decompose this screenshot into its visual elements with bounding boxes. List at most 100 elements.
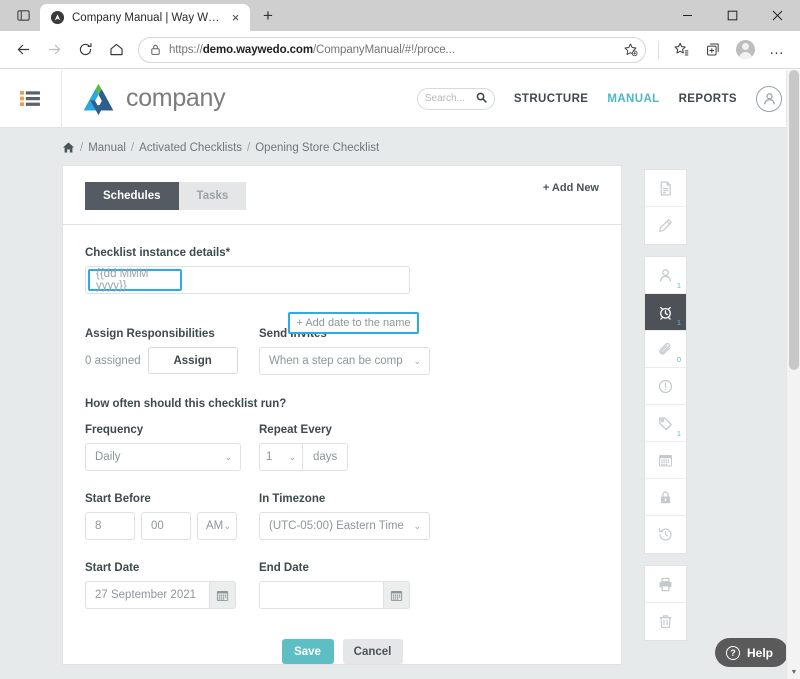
frequency-column: Frequency Daily ⌄ xyxy=(85,424,259,471)
new-tab-button[interactable]: + xyxy=(255,3,281,29)
page-scrollbar[interactable]: ▲ ▼ xyxy=(786,70,800,679)
breadcrumb-item-manual[interactable]: Manual xyxy=(88,142,126,154)
browser-toolbar: https://demo.waywedo.com/CompanyManual/#… xyxy=(0,31,800,69)
pencil-icon[interactable] xyxy=(645,207,686,244)
assign-column: Assign Responsibilities 0 assigned Assig… xyxy=(85,328,259,375)
timezone-select[interactable]: (UTC-05:00) Eastern Time ⌄ xyxy=(259,512,430,540)
breadcrumb-separator: / xyxy=(80,141,84,154)
reload-icon[interactable] xyxy=(70,35,100,65)
start-before-meridiem-select[interactable]: AM ⌄ xyxy=(197,512,237,540)
user-avatar[interactable] xyxy=(756,85,782,112)
start-before-label: Start Before xyxy=(85,493,151,505)
minimize-icon[interactable] xyxy=(665,0,710,31)
forward-icon[interactable] xyxy=(39,35,69,65)
search-input[interactable] xyxy=(424,93,471,104)
add-date-to-name-button[interactable]: + Add date to the name xyxy=(288,312,419,334)
add-new-button[interactable]: + Add New xyxy=(543,182,621,194)
breadcrumb-item-activated-checklists[interactable]: Activated Checklists xyxy=(139,142,242,154)
start-before-hour-input[interactable]: 8 xyxy=(85,512,135,540)
breadcrumb: / Manual / Activated Checklists / Openin… xyxy=(0,128,800,165)
home-icon[interactable] xyxy=(101,35,131,65)
chevron-down-icon: ⌄ xyxy=(413,355,421,366)
menu-icon[interactable] xyxy=(0,70,62,128)
nav-link-manual[interactable]: MANUAL xyxy=(607,93,659,105)
paperclip-icon[interactable]: 0 xyxy=(645,331,686,368)
assign-label: Assign Responsibilities xyxy=(85,328,215,340)
frequency-select[interactable]: Daily ⌄ xyxy=(85,443,241,471)
tab-actions-icon[interactable] xyxy=(6,1,40,30)
avatar xyxy=(735,40,755,59)
scroll-down-icon[interactable]: ▼ xyxy=(787,665,800,679)
chevron-down-icon: ⌄ xyxy=(413,520,421,531)
repeat-every-column: Repeat Every 1 ⌄ days xyxy=(259,424,469,471)
form-actions: Save Cancel xyxy=(85,639,599,664)
content-row: Schedules Tasks + Add New Checklist inst… xyxy=(0,165,800,665)
tab-schedules[interactable]: Schedules xyxy=(85,182,179,210)
search-box[interactable] xyxy=(416,87,495,110)
cancel-button[interactable]: Cancel xyxy=(342,639,403,664)
tab-title: Company Manual | Way We Do xyxy=(72,11,220,24)
save-button[interactable]: Save xyxy=(281,639,334,664)
schedule-card: Schedules Tasks + Add New Checklist inst… xyxy=(62,165,622,665)
end-date-input[interactable] xyxy=(259,581,383,609)
assign-button[interactable]: Assign xyxy=(147,347,238,374)
close-icon[interactable]: × xyxy=(227,9,244,26)
timezone-value: (UTC-05:00) Eastern Time xyxy=(269,520,404,532)
send-invites-select[interactable]: When a step can be comp ⌄ xyxy=(259,347,430,375)
maximize-icon[interactable] xyxy=(710,0,755,31)
frequency-value: Daily xyxy=(95,451,121,463)
start-before-meridiem-value: AM xyxy=(206,520,224,532)
brand[interactable]: company xyxy=(62,80,226,117)
end-date-column: End Date xyxy=(259,562,469,609)
address-bar[interactable]: https://demo.waywedo.com/CompanyManual/#… xyxy=(138,36,646,63)
calendar-icon[interactable] xyxy=(383,581,410,609)
breadcrumb-item-opening-store-checklist[interactable]: Opening Store Checklist xyxy=(255,142,379,154)
person-icon[interactable]: 1 xyxy=(645,257,686,294)
calendar-icon[interactable] xyxy=(209,581,236,609)
assign-row: 0 assigned Assign xyxy=(85,347,259,374)
person-badge: 1 xyxy=(676,280,681,290)
assign-count: 0 assigned xyxy=(85,354,141,367)
add-favorite-icon[interactable] xyxy=(619,39,641,61)
printer-icon[interactable] xyxy=(645,566,686,603)
tab-tasks[interactable]: Tasks xyxy=(178,182,247,210)
repeat-every-select[interactable]: 1 ⌄ xyxy=(259,443,303,471)
lock-icon[interactable] xyxy=(645,479,686,516)
collections-icon[interactable] xyxy=(698,35,728,65)
calendar-icon[interactable] xyxy=(645,442,686,479)
rail-group-1 xyxy=(644,169,687,245)
start-before-column: Start Before 8 00 AM ⌄ xyxy=(85,493,259,540)
tag-icon[interactable]: 1 xyxy=(645,405,686,442)
alarm-badge: 1 xyxy=(676,317,681,327)
main-nav: STRUCTURE MANUAL REPORTS xyxy=(416,85,800,112)
card-tabs-row: Schedules Tasks + Add New xyxy=(63,166,621,210)
end-date-label: End Date xyxy=(259,562,309,574)
favorite-icon[interactable] xyxy=(666,35,696,65)
document-icon[interactable] xyxy=(645,170,686,207)
chevron-down-icon: ⌄ xyxy=(288,451,296,462)
profile-icon[interactable] xyxy=(730,35,760,65)
search-icon[interactable] xyxy=(476,90,487,108)
settings-more-icon[interactable]: … xyxy=(762,35,792,65)
home-icon[interactable] xyxy=(62,141,75,154)
scrollbar-thumb[interactable] xyxy=(789,70,799,370)
nav-link-reports[interactable]: REPORTS xyxy=(679,93,737,105)
start-before-minute-input[interactable]: 00 xyxy=(141,512,191,540)
trash-icon[interactable] xyxy=(645,603,686,640)
paperclip-badge: 0 xyxy=(676,354,681,364)
rail-group-2: 1 1 0 1 xyxy=(644,256,687,554)
nav-link-structure[interactable]: STRUCTURE xyxy=(514,93,589,105)
help-button[interactable]: ? Help xyxy=(714,638,788,667)
instance-details-token-highlight[interactable]: {{dd MMM yyyy}} xyxy=(88,268,182,292)
browser-tab[interactable]: Company Manual | Way We Do × xyxy=(40,4,250,31)
start-date-input[interactable]: 27 September 2021 xyxy=(85,581,209,609)
exclamation-circle-icon[interactable] xyxy=(645,368,686,405)
timezone-label: In Timezone xyxy=(259,493,326,505)
alarm-clock-icon[interactable]: 1 xyxy=(645,294,686,331)
rail-group-3 xyxy=(644,565,687,641)
back-icon[interactable] xyxy=(8,35,38,65)
history-icon[interactable] xyxy=(645,516,686,553)
question-mark-icon: ? xyxy=(725,645,740,660)
window-close-icon[interactable] xyxy=(755,0,800,31)
timezone-column: In Timezone (UTC-05:00) Eastern Time ⌄ xyxy=(259,493,469,540)
